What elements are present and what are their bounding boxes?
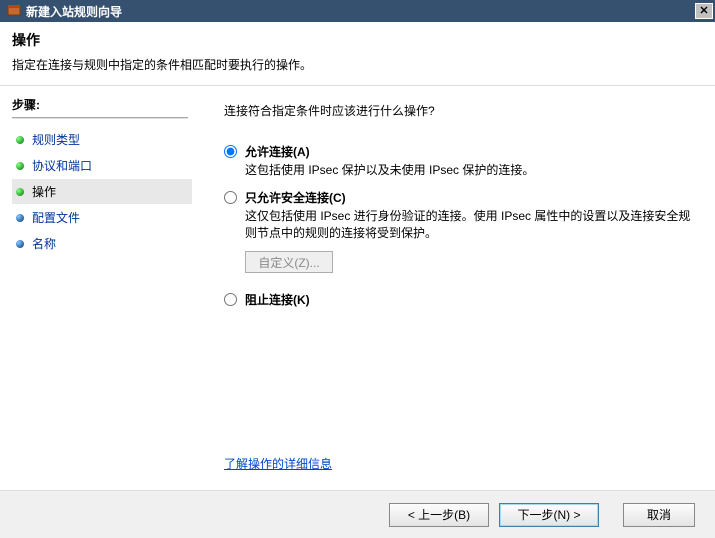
- close-button[interactable]: ✕: [695, 3, 713, 19]
- learn-more-link[interactable]: 了解操作的详细信息: [224, 455, 332, 472]
- option-desc: 这仅包括使用 IPsec 进行身份验证的连接。使用 IPsec 属性中的设置以及…: [245, 208, 695, 242]
- title-bar: 新建入站规则向导 ✕: [0, 0, 715, 22]
- option-allow-secure[interactable]: 只允许安全连接(C) 这仅包括使用 IPsec 进行身份验证的连接。使用 IPs…: [224, 189, 695, 282]
- option-allow[interactable]: 允许连接(A) 这包括使用 IPsec 保护以及未使用 IPsec 保护的连接。: [224, 143, 695, 179]
- back-button[interactable]: < 上一步(B): [389, 503, 489, 527]
- option-title: 允许连接(A): [245, 145, 310, 159]
- sidebar-item-label: 操作: [32, 183, 56, 200]
- radio-allow[interactable]: [224, 145, 237, 158]
- window-title: 新建入站规则向导: [26, 3, 695, 20]
- option-title: 阻止连接(K): [245, 293, 310, 307]
- bullet-icon: [16, 188, 24, 196]
- wizard-header: 操作 指定在连接与规则中指定的条件相匹配时要执行的操作。: [0, 22, 715, 86]
- sidebar-separator: [12, 117, 188, 119]
- bullet-icon: [16, 162, 24, 170]
- sidebar-item-label: 规则类型: [32, 131, 80, 148]
- sidebar-item-protocol-port[interactable]: 协议和端口: [12, 153, 192, 178]
- radio-block[interactable]: [224, 293, 237, 306]
- question-text: 连接符合指定条件时应该进行什么操作?: [224, 102, 695, 119]
- sidebar-item-label: 协议和端口: [32, 157, 92, 174]
- sidebar-item-label: 名称: [32, 235, 56, 252]
- sidebar-item-rule-type[interactable]: 规则类型: [12, 127, 192, 152]
- sidebar-item-profile[interactable]: 配置文件: [12, 205, 192, 230]
- bullet-icon: [16, 214, 24, 222]
- page-subtitle: 指定在连接与规则中指定的条件相匹配时要执行的操作。: [12, 56, 703, 73]
- page-title: 操作: [12, 30, 703, 50]
- option-block[interactable]: 阻止连接(K): [224, 291, 695, 308]
- cancel-button[interactable]: 取消: [623, 503, 695, 527]
- bullet-icon: [16, 136, 24, 144]
- sidebar-item-name[interactable]: 名称: [12, 231, 192, 256]
- steps-title: 步骤:: [12, 96, 196, 113]
- radio-allow-secure[interactable]: [224, 191, 237, 204]
- steps-sidebar: 步骤: 规则类型 协议和端口 操作 配置文件 名称: [0, 86, 196, 490]
- app-icon: [6, 3, 22, 19]
- content-panel: 连接符合指定条件时应该进行什么操作? 允许连接(A) 这包括使用 IPsec 保…: [196, 86, 715, 490]
- sidebar-item-label: 配置文件: [32, 209, 80, 226]
- sidebar-item-action[interactable]: 操作: [12, 179, 192, 204]
- customize-button: 自定义(Z)...: [245, 251, 333, 273]
- option-title: 只允许安全连接(C): [245, 191, 346, 205]
- next-button[interactable]: 下一步(N) >: [499, 503, 599, 527]
- wizard-footer: < 上一步(B) 下一步(N) > 取消: [0, 490, 715, 538]
- wizard-body: 步骤: 规则类型 协议和端口 操作 配置文件 名称 连接符合指定条件时应该进行什…: [0, 86, 715, 490]
- option-desc: 这包括使用 IPsec 保护以及未使用 IPsec 保护的连接。: [245, 162, 695, 179]
- bullet-icon: [16, 240, 24, 248]
